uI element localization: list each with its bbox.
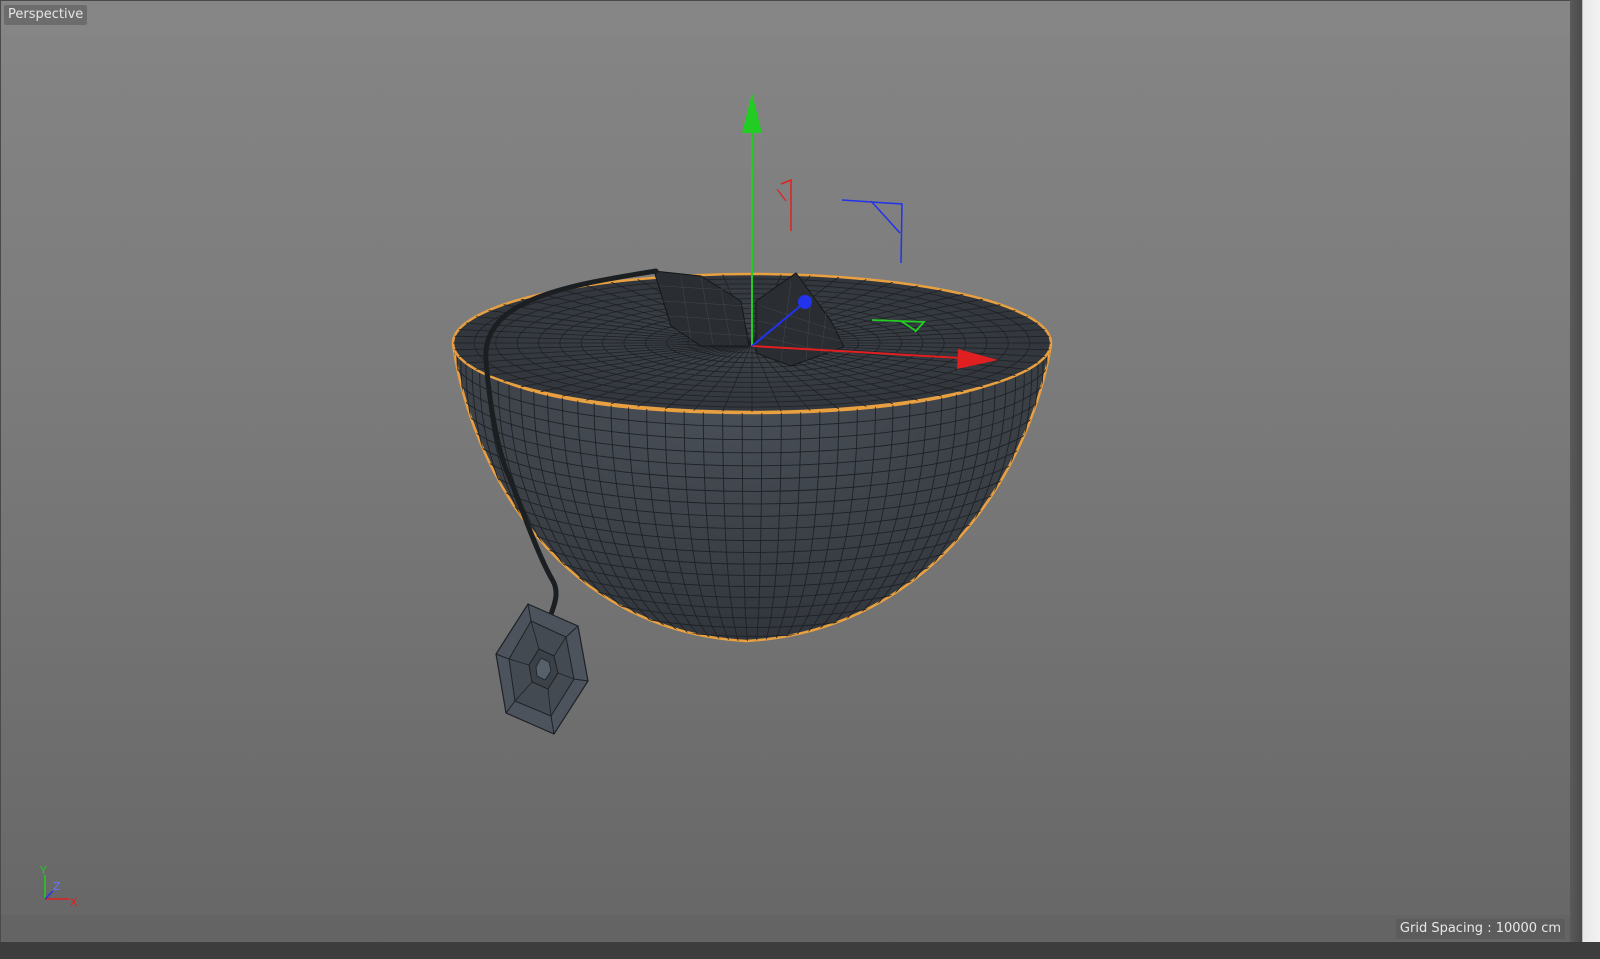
axis-x-label: X <box>70 896 78 909</box>
viewport-right-border <box>1570 0 1600 959</box>
bottom-bar <box>0 942 1600 959</box>
scene-canvas[interactable]: Y Z X <box>1 1 1573 946</box>
hex-pendant[interactable] <box>495 603 589 735</box>
viewport-perspective[interactable]: Perspective Y Z X Grid Spacing: 10000 c… <box>0 0 1600 959</box>
axis-indicator-icon: Y Z X <box>39 864 78 909</box>
axis-z-label: Z <box>53 880 61 893</box>
viewport-footer-strip <box>1 915 1573 941</box>
grid-spacing-label: Grid Spacing : 10000 cm <box>1395 919 1565 939</box>
axis-y-label: Y <box>39 864 47 877</box>
